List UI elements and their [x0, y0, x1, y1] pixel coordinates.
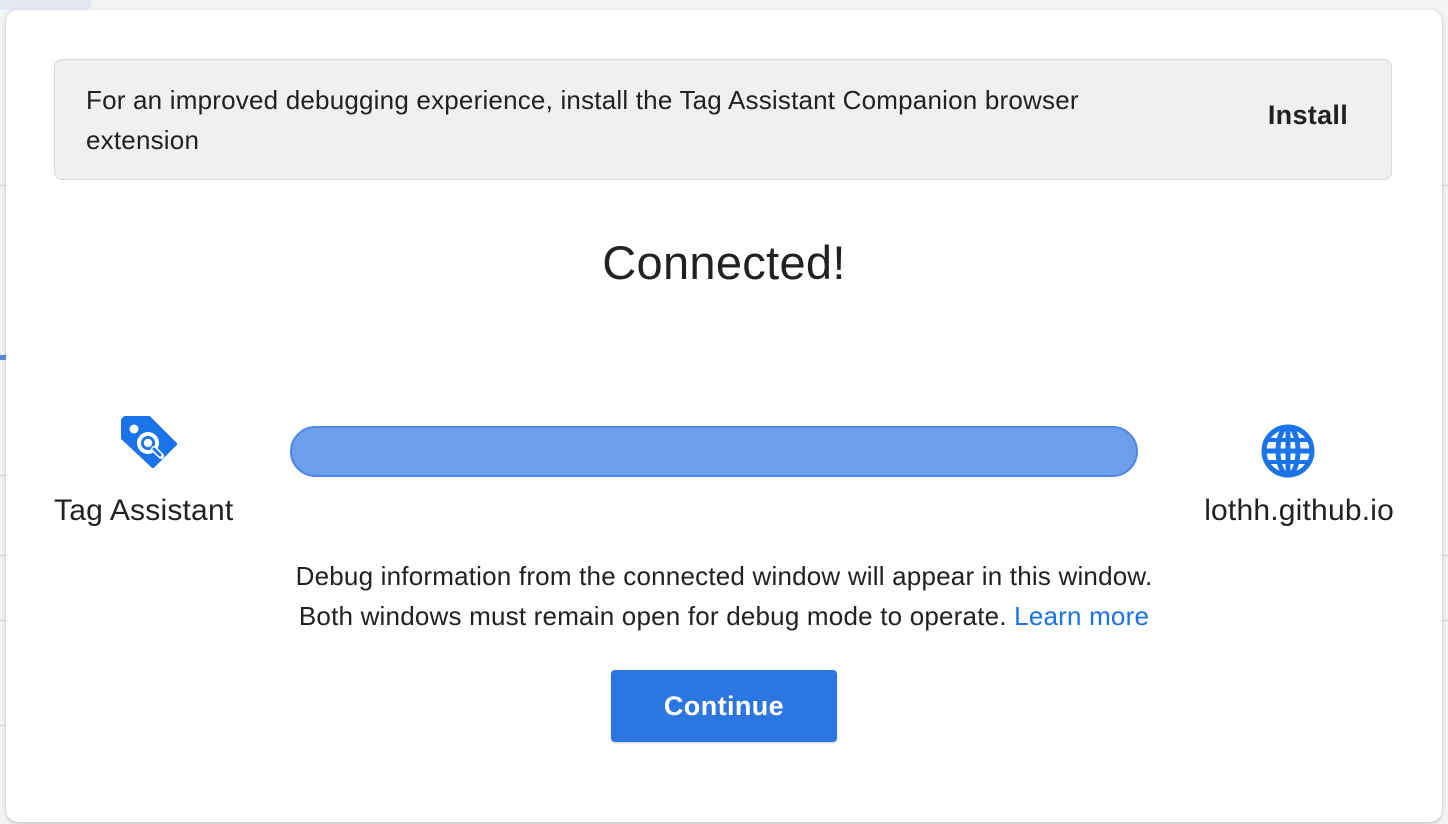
extension-banner: For an improved debugging experience, in… [54, 59, 1392, 180]
connection-progress-bar [290, 426, 1138, 477]
dialog-title: Connected! [602, 236, 846, 289]
tag-assistant-icon [121, 416, 177, 468]
info-line-1: Debug information from the connected win… [295, 561, 1153, 591]
banner-message: For an improved debugging experience, in… [86, 85, 1079, 155]
debug-info-text: Debug information from the connected win… [6, 556, 1442, 636]
connected-site-label: lothh.github.io [1204, 494, 1394, 527]
learn-more-link[interactable]: Learn more [1014, 601, 1149, 631]
continue-button[interactable]: Continue [611, 670, 837, 742]
tag-assistant-label: Tag Assistant [54, 494, 234, 527]
connected-dialog: For an improved debugging experience, in… [6, 10, 1442, 822]
info-line-2: Both windows must remain open for debug … [6, 596, 1442, 636]
background-tab [0, 0, 92, 10]
info-line-2-text: Both windows must remain open for debug … [298, 601, 1007, 631]
globe-icon [1261, 424, 1315, 478]
install-button[interactable]: Install [1268, 100, 1348, 131]
